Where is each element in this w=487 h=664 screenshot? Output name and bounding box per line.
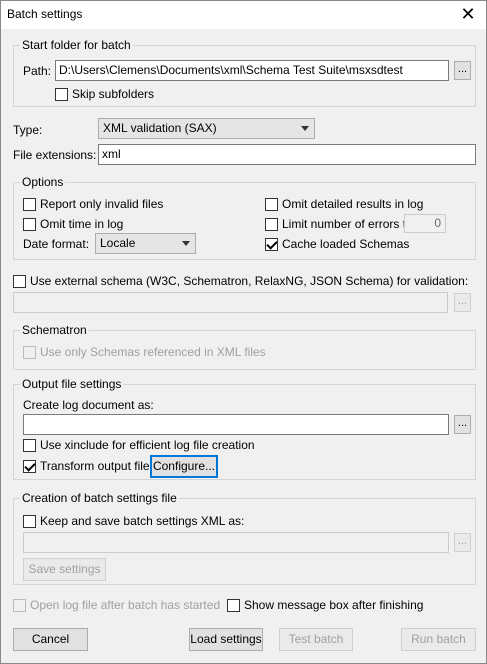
external-schema-box[interactable] [13,274,26,288]
skip-subfolders-checkbox[interactable]: Skip subfolders [55,86,154,102]
omit-detailed-checkbox[interactable]: Omit detailed results in log [265,196,423,212]
report-invalid-checkbox[interactable]: Report only invalid files [23,196,163,212]
external-schema-label: Use external schema (W3C, Schematron, Re… [30,274,469,288]
batch-settings-file-browse-button[interactable]: ... [454,533,471,552]
type-dropdown[interactable]: XML validation (SAX) [98,118,315,139]
report-invalid-label: Report only invalid files [40,197,164,211]
output-settings-legend: Output file settings [20,377,124,391]
schematron-only-referenced-label: Use only Schemas referenced in XML files [40,345,266,359]
limit-errors-label: Limit number of errors to [282,217,413,231]
window-title: Batch settings [7,7,83,21]
external-schema-checkbox[interactable]: Use external schema (W3C, Schematron, Re… [13,273,468,289]
schematron-only-referenced-checkbox[interactable]: Use only Schemas referenced in XML files [23,344,266,360]
keep-save-label: Keep and save batch settings XML as: [40,514,245,528]
test-batch-button[interactable]: Test batch [279,628,353,651]
create-log-label: Create log document as: [23,398,154,412]
cache-schemas-checkbox[interactable]: Cache loaded Schemas [265,236,409,252]
path-label: Path: [23,64,52,78]
skip-subfolders-box[interactable] [55,87,68,101]
batch-settings-dialog: Batch settings ✕ Start folder for batch … [0,0,487,664]
chevron-down-icon [301,126,309,131]
file-extensions-input[interactable]: xml [98,144,476,165]
run-batch-button[interactable]: Run batch [401,628,476,651]
title-bar: Batch settings ✕ [1,1,486,29]
start-folder-legend: Start folder for batch [20,38,133,52]
type-label: Type: [13,123,43,137]
limit-errors-value[interactable]: 0 [404,214,446,233]
limit-errors-box[interactable] [265,217,278,231]
omit-time-checkbox[interactable]: Omit time in log [23,216,123,232]
omit-time-box[interactable] [23,217,36,231]
xinclude-checkbox[interactable]: Use xinclude for efficient log file crea… [23,437,255,453]
show-message-box[interactable] [227,598,240,612]
skip-subfolders-label: Skip subfolders [72,87,155,101]
log-document-browse-button[interactable]: ... [454,415,471,434]
batch-settings-file-input[interactable] [23,532,449,553]
open-log-checkbox[interactable]: Open log file after batch has started [13,597,220,613]
cache-schemas-box[interactable] [265,237,278,251]
transform-output-checkbox[interactable]: Transform output file [23,458,150,474]
save-settings-button[interactable]: Save settings [23,558,106,581]
log-document-input[interactable] [23,414,449,435]
chevron-down-icon [182,241,190,246]
omit-detailed-label: Omit detailed results in log [282,197,424,211]
type-selected-value: XML validation (SAX) [103,121,217,135]
cancel-button[interactable]: Cancel [13,628,88,651]
schematron-legend: Schematron [20,323,89,337]
open-log-box[interactable] [13,598,26,612]
load-settings-button[interactable]: Load settings [189,628,263,651]
date-format-dropdown[interactable]: Locale [95,233,196,254]
transform-output-label: Transform output file [40,459,150,473]
batch-settings-file-legend: Creation of batch settings file [20,491,179,505]
path-input[interactable]: D:\Users\Clemens\Documents\xml\Schema Te… [55,60,449,81]
show-message-checkbox[interactable]: Show message box after finishing [227,597,423,613]
keep-save-box[interactable] [23,514,36,528]
options-legend: Options [20,175,66,189]
keep-save-checkbox[interactable]: Keep and save batch settings XML as: [23,513,244,529]
xinclude-label: Use xinclude for efficient log file crea… [40,438,255,452]
date-format-selected-value: Locale [100,236,136,250]
close-icon[interactable]: ✕ [456,3,480,25]
omit-time-label: Omit time in log [40,217,124,231]
path-browse-button[interactable]: ... [454,61,471,80]
configure-button[interactable]: Configure... [150,455,218,478]
cache-schemas-label: Cache loaded Schemas [282,237,410,251]
report-invalid-box[interactable] [23,197,36,211]
show-message-label: Show message box after finishing [244,598,424,612]
external-schema-input[interactable] [13,292,448,313]
limit-errors-checkbox[interactable]: Limit number of errors to [265,216,413,232]
xinclude-box[interactable] [23,438,36,452]
external-schema-browse-button[interactable]: ... [454,293,471,312]
open-log-label: Open log file after batch has started [30,598,221,612]
file-extensions-label: File extensions: [13,148,97,162]
transform-output-box[interactable] [23,459,36,473]
date-format-label: Date format: [23,237,90,251]
schematron-only-referenced-box[interactable] [23,345,36,359]
omit-detailed-box[interactable] [265,197,278,211]
